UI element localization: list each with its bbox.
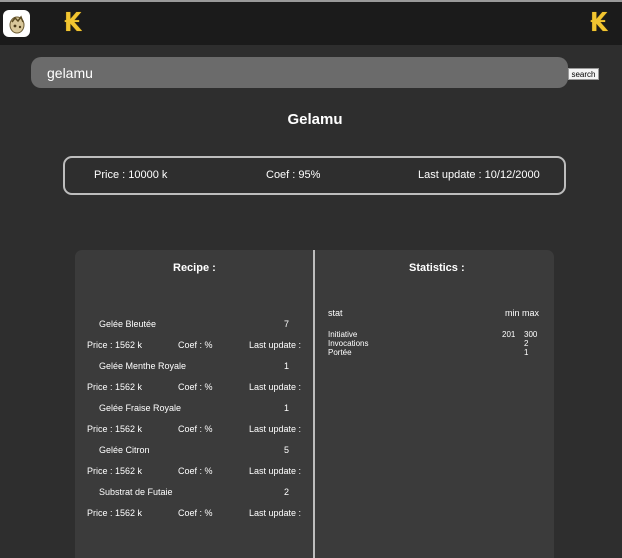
stat-min: 201 xyxy=(502,330,516,339)
ingredient-coef: Coef : % xyxy=(178,466,213,476)
stat-max: 300 xyxy=(524,330,538,339)
stat-column-header: stat xyxy=(328,308,343,318)
ingredient-qty: 7 xyxy=(284,319,290,329)
statistics-section: Statistics : stat min max Initiative 201… xyxy=(315,250,554,558)
item-last-update: Last update : 10/12/2000 xyxy=(418,169,540,181)
ingredient-name[interactable]: Gelée Bleutée xyxy=(99,319,156,329)
stat-row: Portée 1 xyxy=(328,348,548,358)
ingredient-last-update: Last update : xyxy=(249,466,302,476)
ingredient-coef: Coef : % xyxy=(178,382,213,392)
ingredient-last-update: Last update : xyxy=(249,424,302,434)
ingredient-last-update: Last update : xyxy=(249,340,302,350)
ingredient-qty: 1 xyxy=(284,403,290,413)
ingredient-coef: Coef : % xyxy=(178,340,213,350)
ingredient-price: Price : 1562 k xyxy=(87,340,143,350)
ingredient-name[interactable]: Gelée Fraise Royale xyxy=(99,403,181,413)
ingredient-name[interactable]: Gelée Citron xyxy=(99,445,150,455)
ingredient-coef: Coef : % xyxy=(178,508,213,518)
stat-name: Initiative xyxy=(328,330,358,339)
search-button[interactable]: search xyxy=(568,68,599,80)
kamas-icon: ₭ xyxy=(590,8,609,38)
stat-max: 2 xyxy=(524,339,529,348)
ingredient-name[interactable]: Gelée Menthe Royale xyxy=(99,361,186,371)
minmax-column-header: min max xyxy=(505,308,540,318)
ingredient-price: Price : 1562 k xyxy=(87,382,143,392)
item-price: Price : 10000 k xyxy=(94,169,168,181)
dofus-egg-icon[interactable] xyxy=(3,10,30,37)
ingredient-last-update: Last update : xyxy=(249,508,302,518)
search-input[interactable] xyxy=(31,57,568,88)
kamas-icon: ₭ xyxy=(64,8,83,38)
ingredient-qty: 1 xyxy=(284,361,290,371)
top-bar: ₭ ₭ xyxy=(0,0,622,45)
details-panel: Recipe : Gelée Bleutée 7 Price : 1562 k … xyxy=(75,250,554,558)
ingredient-qty: 2 xyxy=(284,487,290,497)
stat-name: Portée xyxy=(328,348,352,357)
ingredient-name[interactable]: Substrat de Futaie xyxy=(99,487,173,497)
recipe-section: Recipe : Gelée Bleutée 7 Price : 1562 k … xyxy=(75,250,313,558)
ingredient-price: Price : 1562 k xyxy=(87,508,143,518)
ingredient-price: Price : 1562 k xyxy=(87,466,143,476)
statistics-title: Statistics : xyxy=(409,262,465,274)
ingredient-price: Price : 1562 k xyxy=(87,424,143,434)
item-summary: Price : 10000 k Coef : 95% Last update :… xyxy=(63,156,566,195)
stat-name: Invocations xyxy=(328,339,369,348)
item-coef: Coef : 95% xyxy=(266,169,321,181)
item-title: Gelamu xyxy=(287,111,343,128)
recipe-title: Recipe : xyxy=(173,262,216,274)
stat-max: 1 xyxy=(524,348,529,357)
ingredient-coef: Coef : % xyxy=(178,424,213,434)
ingredient-last-update: Last update : xyxy=(249,382,302,392)
ingredient-qty: 5 xyxy=(284,445,290,455)
